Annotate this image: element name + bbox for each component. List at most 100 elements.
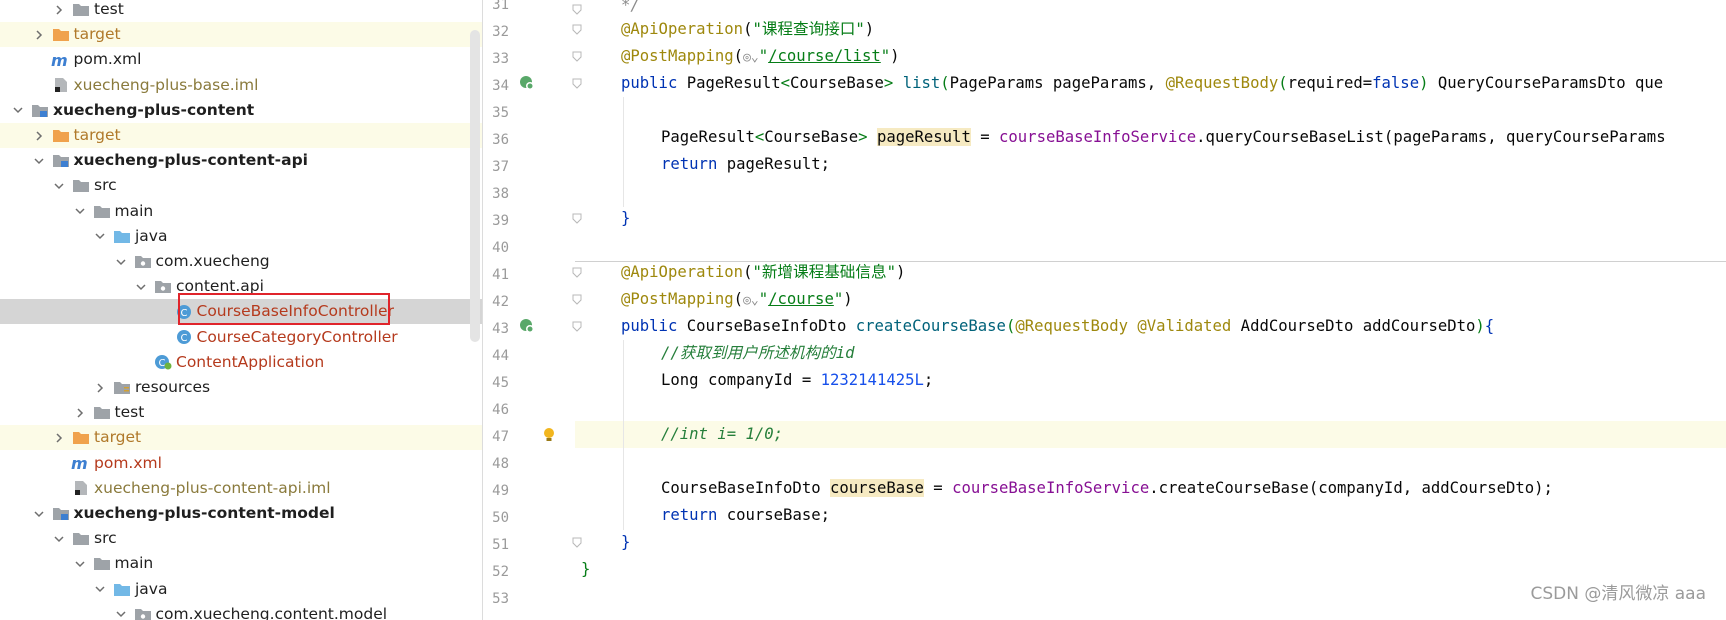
tree-item-label: test [94,0,124,18]
tree-item-label: xuecheng-plus-content-api.iml [94,478,331,497]
tree-item[interactable]: com.xuecheng.content.model [0,602,482,620]
tree-item[interactable]: target [0,22,482,48]
string-literal: "新增课程基础信息" [752,263,896,281]
tree-item[interactable]: xuecheng-plus-content-api [0,148,482,173]
tree-item-label: pom.xml [94,453,162,472]
line-number: 46 [492,402,509,418]
tree-item[interactable]: src [0,526,482,551]
tree-item[interactable]: main [0,199,482,224]
editor-gutter: 31 32 33 34 35 36 37 38 39 40 41 42 43 44 45 46 47 48 49 50… [483,0,582,620]
chevron-down-icon[interactable] [113,606,129,620]
tree-item[interactable]: content.api [0,274,482,299]
code-editor[interactable]: */ @ApiOperation("课程查询接口") @PostMapping(… [575,0,1726,620]
line-number: 53 [492,591,509,607]
tree-item[interactable]: xuecheng-plus-content-api.iml [0,476,482,501]
keyword: return [661,506,718,524]
tree-item[interactable]: java [0,577,482,602]
tree-item[interactable]: java [0,224,482,249]
globe-icon[interactable]: ◎⌄ [743,293,759,308]
tree-item[interactable]: com.xuecheng [0,249,482,274]
chevron-down-icon[interactable] [133,279,149,295]
line-number: 44 [492,348,509,364]
tree-item-label: CourseCategoryController [196,327,398,346]
chevron-down-icon[interactable] [51,531,67,547]
field-name: courseBaseInfoService [999,128,1197,146]
chevron-right-icon[interactable] [72,405,88,421]
url-link[interactable]: /course/list [768,47,881,65]
iml-file-icon [51,76,71,94]
code-line-42: @PostMapping(◎⌄"/course") [621,290,853,308]
tree-item[interactable]: target [0,425,482,451]
tree-item[interactable]: target [0,123,482,148]
tree-item[interactable]: test [0,400,482,425]
line-number: 39 [492,213,509,229]
chevron-down-icon[interactable] [51,178,67,194]
brace: } [581,560,591,578]
code-line-33: @PostMapping(◎⌄"/course/list") [621,47,900,65]
line-number: 35 [492,105,509,121]
chevron-down-icon[interactable] [10,102,26,118]
type-name: PageResult [661,128,755,146]
chevron-down-icon[interactable] [113,254,129,270]
tree-item[interactable]: C CourseBaseInfoController [0,299,482,325]
keyword: public [621,74,678,92]
comment-end: */ [621,0,640,14]
line-number: 47 [492,429,509,445]
chevron-right-icon[interactable] [51,430,67,446]
tree-item-label: src [94,529,117,548]
run-endpoint-icon[interactable] [519,75,535,91]
chevron-right-icon[interactable] [31,128,47,144]
tree-item-label: target [94,428,142,447]
chevron-down-icon[interactable] [92,228,108,244]
folder-blue-icon [112,227,132,245]
tree-item-label: xuecheng-plus-content-model [73,504,335,522]
attribute: required [1287,74,1363,92]
lightbulb-icon[interactable] [541,427,557,443]
line-number: 42 [492,294,509,310]
tree-item[interactable]: xuecheng-plus-base.iml [0,73,482,98]
method-call: .queryCourseBaseList(pageParams, queryCo… [1196,128,1666,146]
tree-item[interactable]: C ContentApplication [0,350,482,375]
tree-scrollbar[interactable] [470,30,480,342]
globe-icon[interactable]: ◎⌄ [743,50,759,65]
tree-item-label: xuecheng-plus-content-api [73,151,308,170]
code-line-41: @ApiOperation("新增课程基础信息") [621,263,906,281]
class-icon: C [174,303,194,321]
folder-icon [92,202,112,220]
arrow-spacer [133,354,149,370]
run-endpoint-icon[interactable] [519,318,535,334]
tree-item[interactable]: xuecheng-plus-content-model [0,501,482,526]
tree-item-label: java [135,579,168,598]
tree-item-label: content.api [176,277,264,296]
maven-icon: m [71,454,91,472]
chevron-right-icon[interactable] [51,2,67,18]
chevron-right-icon[interactable] [92,380,108,396]
url-link[interactable]: /course [768,290,834,308]
code-line-51: } [575,529,1726,556]
chevron-down-icon[interactable] [72,203,88,219]
chevron-right-icon[interactable] [31,27,47,43]
svg-text:m: m [51,52,68,68]
arrow-spacer [154,304,170,320]
tree-item-label: xuecheng-plus-content [53,100,255,119]
parameter: AddCourseDto addCourseDto [1231,317,1476,335]
resources-icon [112,379,132,397]
tree-item[interactable]: C CourseCategoryController [0,325,482,350]
tree-item[interactable]: resources [0,375,482,400]
tree-item[interactable]: m pom.xml [0,451,482,476]
folder-icon [71,530,91,548]
parameter: QueryCourseParamsDto que [1428,74,1664,92]
tree-item[interactable]: test [0,0,482,22]
method-name: list [902,74,941,92]
tree-item[interactable]: xuecheng-plus-content [0,98,482,123]
chevron-down-icon[interactable] [31,506,47,522]
svg-text:C: C [180,308,187,319]
chevron-down-icon[interactable] [92,581,108,597]
chevron-down-icon[interactable] [31,153,47,169]
code-line-45: Long companyId = 1232141425L; [661,371,934,389]
tree-item[interactable]: m pom.xml [0,47,482,72]
tree-item[interactable]: main [0,551,482,576]
class-icon: C [174,328,194,346]
tree-item[interactable]: src [0,173,482,198]
chevron-down-icon[interactable] [72,556,88,572]
